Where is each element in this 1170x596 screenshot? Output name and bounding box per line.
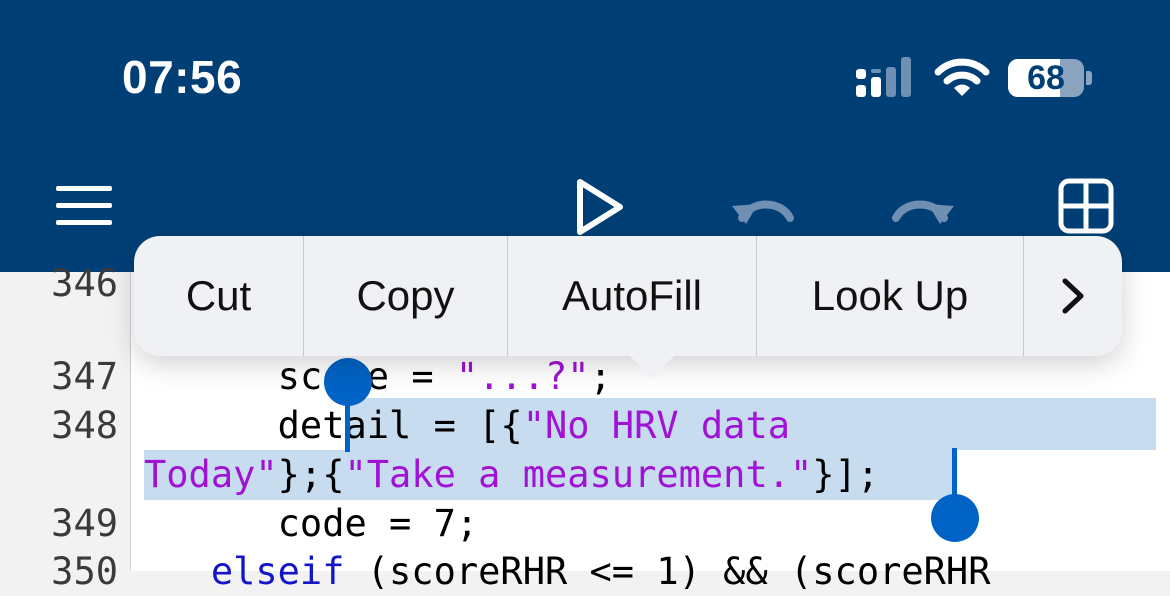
selection-start-handle[interactable] (324, 358, 372, 406)
string-literal: "Take a measurement." (344, 453, 813, 496)
code-text: ; (589, 355, 612, 398)
grid-icon[interactable] (1058, 178, 1114, 234)
selection-end-handle[interactable] (931, 494, 979, 542)
line-number: 349 (51, 502, 118, 545)
keyword: elseif (210, 550, 345, 593)
status-time: 07:56 (122, 51, 243, 103)
app-header: 07:56 68 (0, 0, 1170, 272)
battery-icon: 68 (1008, 59, 1092, 99)
context-menu: Cut Copy AutoFill Look Up (134, 236, 1122, 356)
autofill-menu-item[interactable]: AutoFill (508, 236, 757, 356)
string-literal: "No HRV data (522, 404, 791, 447)
code-line-348[interactable]: detail = [{"No HRV data (144, 402, 790, 450)
cellular-signal-icon (856, 57, 911, 97)
undo-icon[interactable] (730, 188, 796, 232)
code-text: ; (856, 453, 880, 496)
battery-level: 68 (1027, 59, 1065, 97)
code-line-349[interactable]: code = 7; (144, 500, 478, 548)
more-menu-item[interactable] (1024, 236, 1122, 356)
line-number: 350 (51, 550, 118, 593)
string-literal: "...?" (455, 355, 590, 398)
context-menu-pointer (628, 354, 676, 378)
code-text: detail = [{ (277, 404, 523, 447)
play-icon[interactable] (574, 176, 626, 238)
code-text: s (277, 355, 300, 398)
code-line-348-wrap[interactable]: Today"};{"Take a measurement."}]; (144, 451, 879, 499)
line-number-gutter: 346 347 348 349 350 (0, 262, 131, 593)
code-text: (scoreRHR <= 1) && (scoreRHR (344, 550, 991, 593)
code-text: code = 7; (277, 502, 479, 545)
line-number: 346 (51, 262, 118, 305)
redo-icon[interactable] (890, 188, 956, 232)
cut-menu-item[interactable]: Cut (134, 236, 304, 356)
code-text: }] (812, 453, 857, 496)
string-literal: Today" (144, 453, 278, 496)
code-line-350[interactable]: elseif (scoreRHR <= 1) && (scoreRHR (144, 548, 991, 596)
wifi-icon (934, 58, 990, 96)
line-number: 347 (51, 355, 118, 398)
copy-menu-item[interactable]: Copy (304, 236, 508, 356)
hamburger-icon[interactable] (56, 186, 112, 226)
chevron-right-icon (1062, 278, 1084, 314)
code-text: };{ (277, 453, 345, 496)
line-number: 348 (51, 404, 118, 447)
code-line-347[interactable]: score = "...?"; (144, 353, 612, 401)
look-up-menu-item[interactable]: Look Up (757, 236, 1024, 356)
code-text: core = (299, 355, 456, 398)
